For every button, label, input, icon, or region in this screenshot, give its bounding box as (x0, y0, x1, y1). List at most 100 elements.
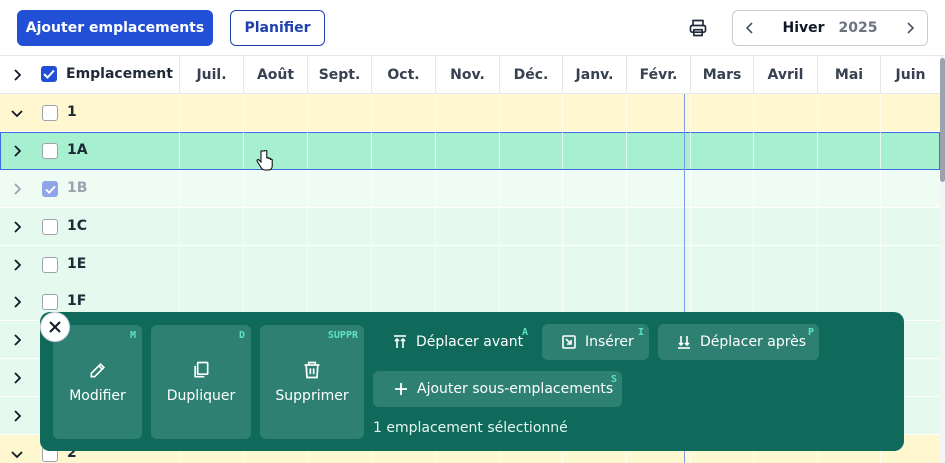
row-checkbox[interactable] (42, 181, 58, 197)
timeline-cell[interactable] (243, 94, 307, 131)
add-sublocations-button[interactable]: Ajouter sous-emplacements S (373, 371, 622, 407)
expand-row-button[interactable] (8, 181, 26, 197)
timeline-cell[interactable] (307, 94, 371, 131)
timeline-cell[interactable] (817, 246, 880, 283)
location-column-header[interactable]: Emplacement (66, 66, 173, 82)
timeline-cell[interactable] (753, 246, 817, 283)
timeline-cell[interactable] (753, 170, 817, 207)
timeline-cell[interactable] (690, 170, 753, 207)
expand-row-button[interactable] (8, 408, 26, 424)
timeline-cell[interactable] (179, 246, 243, 283)
timeline-cell[interactable] (690, 94, 753, 131)
row-checkbox[interactable] (42, 105, 58, 121)
row-checkbox[interactable] (42, 219, 58, 235)
timeline-cell[interactable] (626, 94, 690, 131)
expand-row-button[interactable] (8, 294, 26, 310)
timeline-cell[interactable] (626, 208, 690, 245)
previous-season-button[interactable] (733, 11, 767, 45)
timeline-cell[interactable] (817, 94, 880, 131)
expand-row-button[interactable] (8, 219, 26, 235)
timeline-cell[interactable] (307, 170, 371, 207)
timeline-cell[interactable] (435, 170, 499, 207)
timeline-cell[interactable] (817, 132, 880, 169)
timeline-cell[interactable] (690, 246, 753, 283)
next-season-button[interactable] (893, 11, 927, 45)
timeline-cell[interactable] (690, 208, 753, 245)
timeline-cell[interactable] (307, 208, 371, 245)
timeline-cell[interactable] (880, 170, 940, 207)
location-row[interactable]: 1B (0, 170, 940, 208)
timeline-cell[interactable] (371, 246, 435, 283)
timeline-cell[interactable] (435, 246, 499, 283)
location-row[interactable]: 1 (0, 94, 940, 132)
timeline-cell[interactable] (499, 208, 562, 245)
location-row[interactable]: 1E (0, 246, 940, 284)
timeline-cell[interactable] (562, 94, 626, 131)
timeline-cell[interactable] (753, 132, 817, 169)
timeline-cell[interactable] (435, 132, 499, 169)
duplicate-button[interactable]: D Dupliquer (151, 325, 251, 439)
timeline-cell[interactable] (371, 132, 435, 169)
timeline-cell[interactable] (880, 246, 940, 283)
timeline-cell[interactable] (499, 170, 562, 207)
row-checkbox[interactable] (42, 294, 58, 310)
timeline-cell[interactable] (435, 94, 499, 131)
timeline-cell[interactable] (371, 170, 435, 207)
timeline-cell[interactable] (626, 246, 690, 283)
timeline-cells[interactable] (179, 170, 940, 207)
timeline-cells[interactable] (179, 132, 940, 169)
close-panel-button[interactable] (40, 312, 70, 342)
timeline-cell[interactable] (562, 132, 626, 169)
timeline-cell[interactable] (690, 132, 753, 169)
timeline-cell[interactable] (880, 208, 940, 245)
row-checkbox[interactable] (42, 257, 58, 273)
timeline-cell[interactable] (626, 170, 690, 207)
expand-row-button[interactable] (8, 332, 26, 348)
timeline-cells[interactable] (179, 208, 940, 245)
collapse-row-button[interactable] (8, 105, 26, 121)
scrollbar-thumb[interactable] (940, 58, 945, 182)
timeline-cells[interactable] (179, 94, 940, 131)
edit-button[interactable]: M Modifier (53, 325, 142, 439)
timeline-cell[interactable] (499, 132, 562, 169)
timeline-cell[interactable] (817, 208, 880, 245)
timeline-cell[interactable] (626, 132, 690, 169)
select-all-checkbox[interactable] (41, 66, 57, 82)
add-locations-button[interactable]: Ajouter emplacements (17, 10, 213, 46)
expand-row-button[interactable] (8, 143, 26, 159)
timeline-cell[interactable] (562, 208, 626, 245)
timeline-cell[interactable] (371, 94, 435, 131)
collapse-row-button[interactable] (8, 446, 26, 462)
timeline-cell[interactable] (179, 132, 243, 169)
row-checkbox[interactable] (42, 143, 58, 159)
timeline-cell[interactable] (371, 208, 435, 245)
print-icon[interactable] (686, 16, 710, 40)
expand-row-button[interactable] (8, 370, 26, 386)
timeline-cell[interactable] (562, 170, 626, 207)
timeline-cell[interactable] (880, 94, 940, 131)
timeline-cell[interactable] (179, 170, 243, 207)
timeline-cell[interactable] (880, 132, 940, 169)
timeline-cell[interactable] (179, 208, 243, 245)
timeline-cell[interactable] (243, 246, 307, 283)
timeline-cell[interactable] (562, 246, 626, 283)
insert-button[interactable]: Insérer I (542, 324, 649, 360)
timeline-cell[interactable] (435, 208, 499, 245)
plan-button[interactable]: Planifier (230, 10, 325, 46)
expand-row-button[interactable] (8, 257, 26, 273)
timeline-cell[interactable] (307, 246, 371, 283)
location-row[interactable]: 1A (0, 132, 940, 170)
timeline-cell[interactable] (243, 132, 307, 169)
timeline-cell[interactable] (307, 132, 371, 169)
timeline-cell[interactable] (753, 208, 817, 245)
timeline-cell[interactable] (243, 170, 307, 207)
delete-button[interactable]: SUPPR Supprimer (260, 325, 364, 439)
vertical-scrollbar[interactable] (940, 56, 945, 463)
location-row[interactable]: 1C (0, 208, 940, 246)
timeline-cell[interactable] (817, 170, 880, 207)
timeline-cell[interactable] (753, 94, 817, 131)
timeline-cells[interactable] (179, 246, 940, 283)
move-before-button[interactable]: Déplacer avant A (373, 324, 533, 360)
timeline-cell[interactable] (243, 208, 307, 245)
timeline-cell[interactable] (499, 94, 562, 131)
